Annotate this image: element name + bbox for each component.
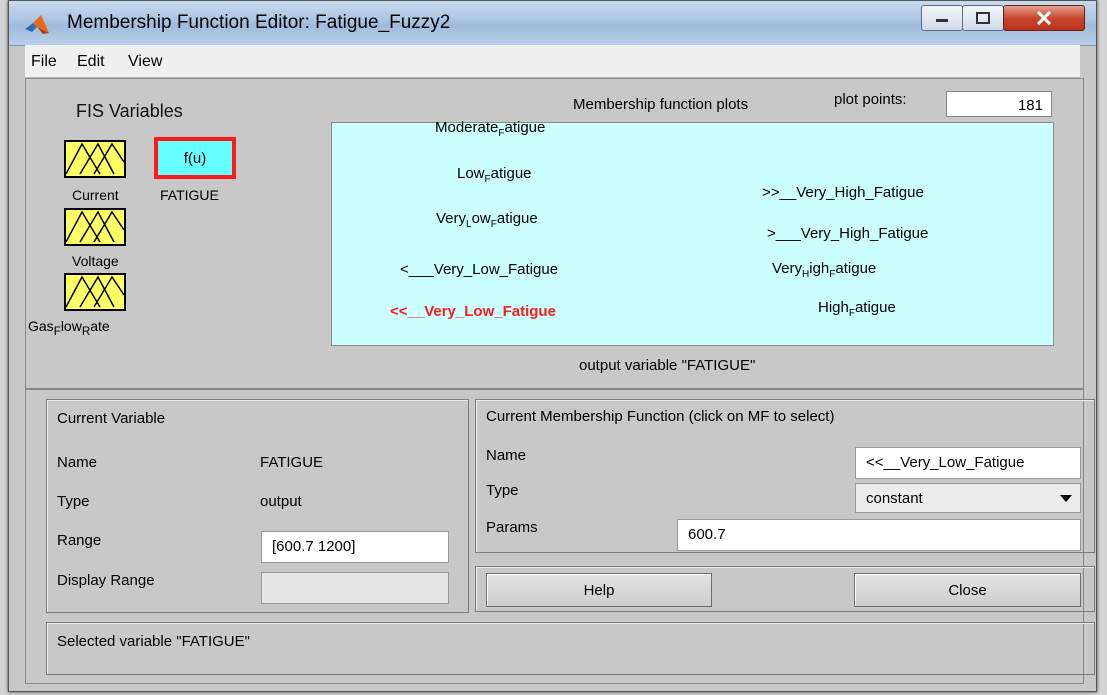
menu-bar: File Edit View [25,45,1080,78]
output-fatigue-box[interactable]: f(u) [154,137,236,179]
mf-editor-window: Membership Function Editor: Fatigue_Fuzz… [8,0,1097,692]
mf-label-low-fatigue[interactable]: LowFatigue [457,165,532,185]
close-button[interactable]: Close [854,573,1081,607]
menu-view[interactable]: View [128,53,162,71]
input-current-label: Current [72,187,119,203]
matlab-logo-icon [25,15,49,34]
section-divider [26,388,1083,390]
mf-label-gt-very-high-fatigue[interactable]: >___Very_High_Fatigue [767,225,928,242]
mf-label-ltlt-very-low-fatigue[interactable]: <<__Very_Low_Fatigue [390,303,556,320]
input-current-icon[interactable] [64,140,126,178]
current-variable-panel: Current Variable Name FATIGUE Type outpu… [46,399,469,613]
cv-range-label: Range [57,532,102,549]
output-variable-caption: output variable "FATIGUE" [579,357,756,374]
mf-triangle-icon [65,210,125,243]
cv-name-value: FATIGUE [260,454,324,471]
status-panel: Selected variable "FATIGUE" [46,622,1095,675]
fis-variables-title: FIS Variables [76,101,183,121]
mf-plot-area[interactable]: ModerateFatigue LowFatigue VeryLowFatigu… [331,119,1054,346]
mf-params-label: Params [486,519,538,536]
dropdown-arrow-icon [1060,495,1072,502]
editor-client-area: FIS Variables Current f(u) FATIGUE Volta… [25,78,1095,684]
mf-label-gtgt-very-high-fatigue[interactable]: >>__Very_High_Fatigue [762,184,924,201]
cv-type-label: Type [57,493,90,510]
mf-label-moderate-fatigue[interactable]: ModerateFatigue [435,119,545,139]
mf-name-input[interactable]: <<__Very_Low_Fatigue [855,447,1081,479]
mf-type-select[interactable]: constant [855,483,1081,513]
cv-type-value: output [260,493,302,510]
plot-points-input[interactable]: 181 [946,91,1052,117]
button-panel: Help Close [475,566,1095,612]
cv-range-input[interactable]: [600.7 1200] [261,531,449,563]
minimize-icon [936,19,948,22]
menu-edit[interactable]: Edit [77,53,105,71]
mf-label-lt-very-low-fatigue[interactable]: <___Very_Low_Fatigue [400,261,558,278]
input-gasflowrate-label: GasFlowRate [28,318,110,338]
maximize-icon [976,12,990,24]
input-gasflowrate-icon[interactable] [64,273,126,311]
mf-triangle-icon [65,142,125,175]
input-voltage-label: Voltage [72,253,119,269]
input-voltage-icon[interactable] [64,208,126,246]
current-mf-title: Current Membership Function (click on MF… [486,408,835,425]
window-title: Membership Function Editor: Fatigue_Fuzz… [67,12,451,33]
mf-type-label: Type [486,482,519,499]
mf-type-value: constant [866,490,923,507]
mf-params-input[interactable]: 600.7 [677,519,1081,551]
mf-plots-label: Membership function plots [573,96,749,113]
current-mf-panel: Current Membership Function (click on MF… [475,399,1095,553]
cv-display-range-input[interactable] [261,572,449,604]
minimize-button[interactable] [921,5,963,31]
title-bar[interactable]: Membership Function Editor: Fatigue_Fuzz… [9,1,1096,46]
close-window-button[interactable] [1003,5,1085,31]
menu-file[interactable]: File [31,53,57,71]
status-text: Selected variable "FATIGUE" [57,633,250,650]
help-button[interactable]: Help [486,573,712,607]
cv-display-range-label: Display Range [57,572,155,589]
mf-label-very-high-fatigue[interactable]: VeryHighFatigue [772,260,876,280]
close-icon [1036,11,1052,25]
mf-name-label: Name [486,447,527,464]
current-variable-title: Current Variable [57,410,166,427]
cv-name-label: Name [57,454,98,471]
output-fatigue-label: FATIGUE [160,187,219,203]
mf-label-high-fatigue[interactable]: HighFatigue [818,299,896,319]
plot-points-label: plot points: [834,91,907,108]
maximize-button[interactable] [962,5,1004,31]
mf-label-very-low-fatigue[interactable]: VeryLowFatigue [436,210,538,230]
mf-triangle-icon [65,275,125,308]
